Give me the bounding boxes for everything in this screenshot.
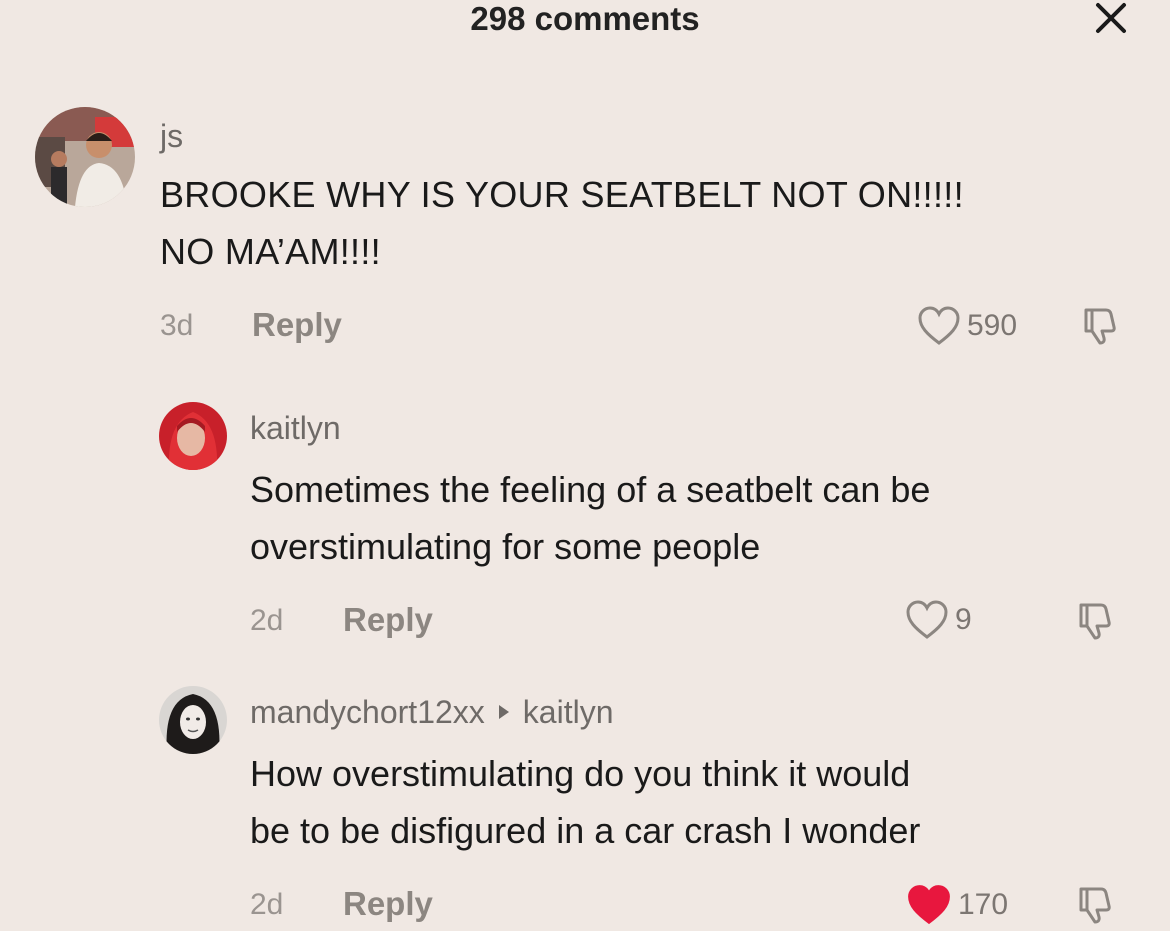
- like-button[interactable]: 170: [906, 884, 1008, 926]
- dislike-icon[interactable]: [1073, 600, 1115, 642]
- avatar[interactable]: [35, 107, 135, 207]
- avatar[interactable]: [159, 402, 227, 470]
- comment-text-line: NO MA’AM!!!!: [160, 231, 381, 272]
- comment-username[interactable]: mandychort12xx: [250, 694, 485, 730]
- comment-timestamp: 2d: [250, 888, 284, 921]
- heart-outline-icon: [906, 600, 948, 639]
- comment-text-line: Sometimes the feeling of a seatbelt can …: [250, 469, 931, 510]
- dislike-icon[interactable]: [1078, 305, 1120, 347]
- close-icon[interactable]: [1094, 1, 1128, 35]
- comment-timestamp: 3d: [160, 309, 194, 342]
- heart-filled-icon: [908, 885, 950, 925]
- reply-button[interactable]: Reply: [252, 306, 342, 344]
- like-count: 9: [955, 603, 972, 636]
- reply-button[interactable]: Reply: [343, 601, 433, 639]
- comment-username[interactable]: kaitlyn: [250, 410, 341, 446]
- dislike-icon[interactable]: [1073, 884, 1115, 926]
- comment-timestamp: 2d: [250, 604, 284, 637]
- heart-outline-icon: [918, 306, 960, 345]
- like-count: 170: [958, 888, 1009, 921]
- avatar[interactable]: [159, 686, 227, 754]
- comments-count-title: 298 comments: [470, 0, 700, 37]
- comment-text-line: overstimulating for some people: [250, 526, 761, 567]
- comment-text-line: be to be disfigured in a car crash I won…: [250, 810, 921, 851]
- like-button[interactable]: 590: [917, 306, 1017, 346]
- comment-username-line: mandychort12xx kaitlyn: [250, 694, 613, 730]
- like-button[interactable]: 9: [905, 600, 972, 640]
- like-count: 590: [967, 309, 1018, 342]
- comment-text-line: BROOKE WHY IS YOUR SEATBELT NOT ON!!!!!: [160, 174, 964, 215]
- comment-username[interactable]: js: [160, 118, 183, 154]
- reply-to-username[interactable]: kaitlyn: [523, 694, 614, 730]
- reply-button[interactable]: Reply: [343, 885, 433, 923]
- comment-text-line: How overstimulating do you think it woul…: [250, 753, 911, 794]
- reply-to-arrow-icon: [498, 704, 509, 719]
